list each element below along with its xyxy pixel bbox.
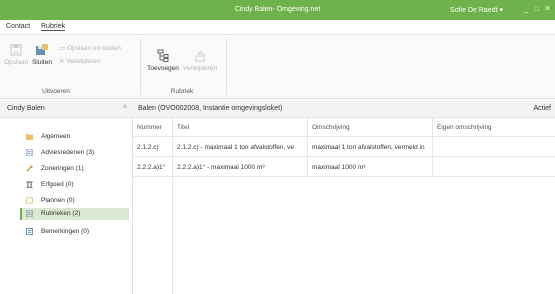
sidebar-item-label: Algemeen (41, 133, 71, 140)
ribbon-separator (226, 39, 227, 95)
table-row[interactable]: 2.1.2.c) 2.1.2.c) - maximaal 1 ton afval… (133, 137, 555, 157)
sidebar-item-label: Erfgoed (0) (41, 181, 74, 188)
sidebar-item-zoneringen[interactable]: Zoneringen (1) (22, 163, 129, 175)
save-icon (10, 44, 22, 56)
sidebar-item-algemeen[interactable]: Algemeen (22, 131, 129, 143)
sidebar-item-erfgoed[interactable]: Erfgoed (0) (22, 179, 129, 191)
cell-titel: 2.1.2.c) - maximaal 1 ton afvalstoffen, … (173, 137, 308, 156)
cell-titel: 2.2.2.a)1° - maximaal 1000 m³ (173, 157, 308, 176)
collapse-icon[interactable]: ˄ (123, 104, 127, 111)
sidebar-header: Cindy Balen ˄ (0, 100, 133, 118)
note-icon (26, 228, 33, 235)
close-window-button[interactable]: ✕ (544, 4, 551, 13)
tab-contact[interactable]: Contact (6, 23, 30, 30)
sidebar-item-plannen[interactable]: Plannen (0) (22, 195, 129, 207)
maximize-button[interactable]: □ (534, 4, 539, 13)
cell-nummer: 2.2.2.a)1° (133, 157, 173, 176)
column-header-eigen-omschrijving[interactable]: Eigen omschrijving (433, 118, 555, 136)
save-label: Opslaan (4, 59, 29, 66)
save-button[interactable]: Opslaan (4, 43, 28, 66)
remove-button[interactable]: Verwijderen (182, 49, 218, 72)
column-header-omschrijving[interactable]: Omschrijving (308, 118, 433, 136)
column-header-titel[interactable]: Titel (173, 118, 308, 136)
cell-omschrijving: maximaal 1 ton afvalstoffen, vermeld in (308, 137, 433, 156)
selection-indicator (20, 208, 22, 220)
sidebar-item-label: Bemerkingen (0) (41, 228, 90, 235)
sidebar-item-label: Adviesredenen (3) (41, 149, 95, 156)
group-label-rubriek: Rubriek (170, 88, 194, 95)
sidebar-item-rubrieken[interactable]: Rubrieken (2) (20, 208, 129, 220)
sidebar-item-label: Rubrieken (2) (41, 210, 81, 217)
save-close-label: Opslaan en sluiten (66, 45, 121, 52)
status-label: Actief (533, 105, 551, 112)
title-bar: Cindy Balen- Omgeving.net Sofie De Raedt… (0, 0, 555, 20)
add-button[interactable]: Toevoegen (146, 49, 180, 72)
cell-nummer: 2.1.2.c) (133, 137, 173, 156)
save-close-small-icon: ▭ (59, 45, 66, 52)
cell-eigen-omschrijving (433, 137, 555, 156)
record-title: Balen (OVO002008, Instantie omgevingslok… (138, 105, 283, 112)
user-menu[interactable]: Sofie De Raedt ▾ (450, 6, 503, 14)
save-close-button[interactable]: ▭ Opslaan en sluiten (59, 44, 121, 52)
sidebar-item-label: Plannen (0) (41, 197, 75, 204)
folder-icon (26, 133, 33, 140)
sidebar-item-label: Zoneringen (1) (41, 165, 84, 172)
column-divider (133, 177, 173, 294)
list-icon (26, 210, 33, 217)
sidebar-item-adviesredenen[interactable]: Adviesredenen (3) (22, 147, 129, 159)
delete-icon: ✕ (59, 58, 65, 65)
zone-icon (26, 165, 33, 172)
plan-icon (26, 197, 33, 204)
save-close-icon (36, 44, 48, 55)
column-header-nummer[interactable]: Nummer (133, 118, 173, 136)
main-panel: Balen (OVO002008, Instantie omgevingslok… (133, 100, 555, 294)
close-button[interactable]: Sluiten (30, 43, 54, 66)
remove-label: Verwijderen (183, 65, 217, 72)
chevron-down-icon: ▾ (499, 7, 503, 14)
minimize-button[interactable]: _ (524, 4, 528, 13)
sidebar: Cindy Balen ˄ Algemeen Adviesredenen (3)… (0, 100, 133, 294)
tab-rubriek[interactable]: Rubriek (41, 23, 66, 31)
add-label: Toevoegen (147, 65, 179, 72)
menu-bar: Contact Rubriek (0, 20, 555, 34)
sidebar-item-bemerkingen[interactable]: Bemerkingen (0) (22, 226, 129, 238)
group-label-uitvoeren: Uitvoeren (42, 88, 70, 95)
document-icon (26, 149, 33, 156)
add-tree-icon (157, 49, 169, 62)
close-label: Sluiten (32, 59, 52, 66)
ribbon: Opslaan Sluiten ▭ Opslaan en sluiten ✕ V… (0, 34, 555, 99)
ribbon-separator (140, 39, 141, 95)
grid-header-row: Nummer Titel Omschrijving Eigen omschrij… (133, 118, 555, 137)
monument-icon (26, 181, 33, 188)
remove-tree-icon (195, 50, 206, 62)
delete-button[interactable]: ✕ Verwijderen (59, 57, 100, 65)
cell-omschrijving: maximaal 1000 m³ (308, 157, 433, 176)
main-header: Balen (OVO002008, Instantie omgevingslok… (133, 100, 555, 118)
table-row[interactable]: 2.2.2.a)1° 2.2.2.a)1° - maximaal 1000 m³… (133, 157, 555, 177)
sidebar-title: Cindy Balen (7, 105, 45, 112)
delete-label: Verwijderen (66, 58, 101, 65)
user-name: Sofie De Raedt (450, 7, 498, 14)
cell-eigen-omschrijving (433, 157, 555, 176)
